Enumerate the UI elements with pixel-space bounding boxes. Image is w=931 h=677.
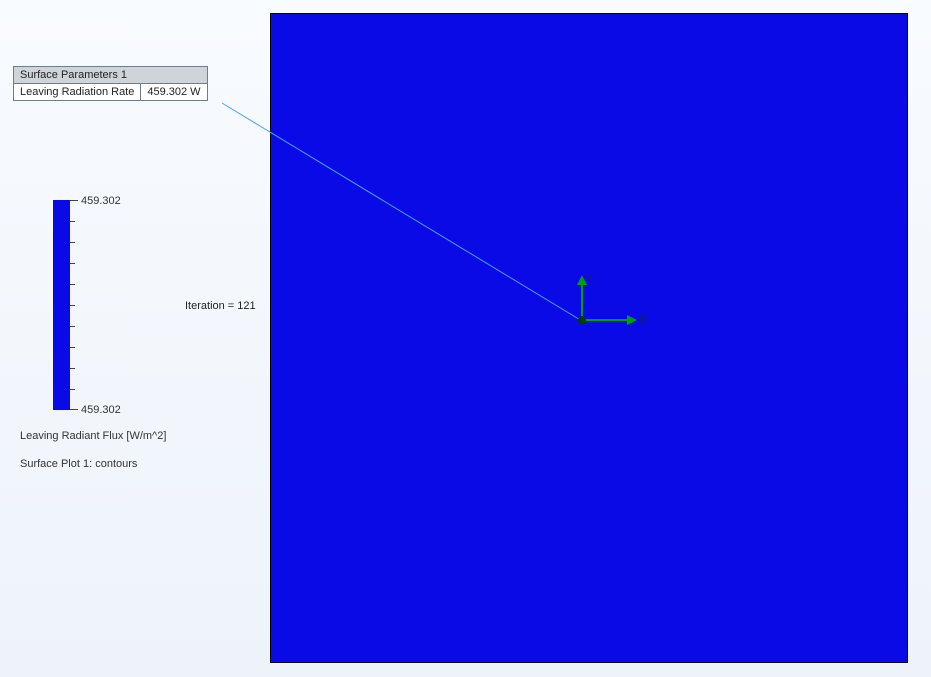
legend-plot-label: Surface Plot 1: contours [20, 458, 137, 470]
legend-max-label: 459.302 [81, 195, 121, 207]
panel-title: Surface Parameters 1 [14, 67, 207, 84]
param-label: Leaving Radiation Rate [14, 84, 141, 100]
color-bar [53, 200, 70, 410]
iteration-readout: Iteration = 121 [185, 300, 256, 312]
legend-ticks [70, 200, 79, 410]
surface-parameters-panel[interactable]: Surface Parameters 1 Leaving Radiation R… [13, 66, 208, 101]
contour-surface[interactable] [270, 13, 908, 663]
param-value: 459.302 W [141, 84, 206, 100]
legend-variable-label: Leaving Radiant Flux [W/m^2] [20, 430, 166, 442]
legend-min-label: 459.302 [81, 404, 121, 416]
